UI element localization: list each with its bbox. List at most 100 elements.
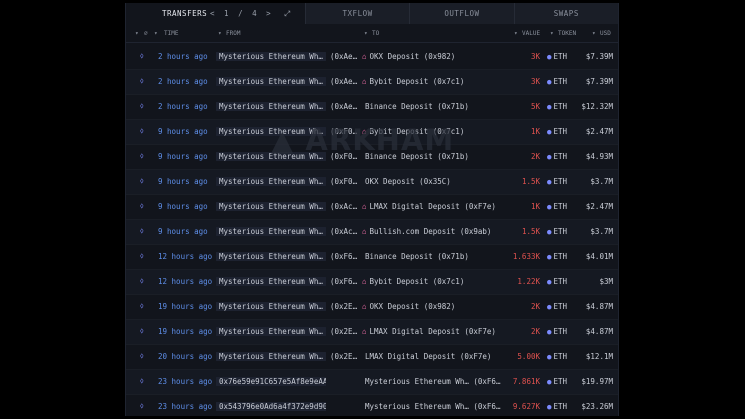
row-time-link[interactable]: 9 hours ago	[158, 202, 208, 211]
from-entity-label[interactable]: Mysterious Ethereum Wh…	[216, 327, 326, 336]
row-time-link[interactable]: 19 hours ago	[158, 327, 212, 336]
row-time-link[interactable]: 2 hours ago	[158, 52, 208, 61]
header-token-filter-icon[interactable]: ▾	[550, 30, 554, 37]
row-token[interactable]: ● ETH	[547, 52, 567, 61]
tab-transfers[interactable]: TRANSFERS < 1 / 4 > ⤢	[126, 3, 305, 24]
row-from-entity[interactable]: 0x543796e0Ad6a4f372e9d90760S…	[216, 402, 326, 411]
row-token[interactable]: ● ETH	[547, 352, 567, 361]
to-entity-label[interactable]: Mysterious Ethereum Wh… (0xF6…	[365, 377, 500, 386]
row-from-entity[interactable]: Mysterious Ethereum Wh…	[216, 102, 326, 111]
row-from-address[interactable]: (0xAe…	[330, 77, 357, 86]
row-from-address[interactable]: (0x2E…	[330, 302, 357, 311]
row-from-entity[interactable]: Mysterious Ethereum Wh…	[216, 277, 326, 286]
row-time-link[interactable]: 9 hours ago	[158, 177, 208, 186]
from-entity-label[interactable]: 0x543796e0Ad6a4f372e9d90760S…	[216, 402, 326, 411]
row-token[interactable]: ● ETH	[547, 227, 567, 236]
from-entity-label[interactable]: Mysterious Ethereum Wh…	[216, 102, 326, 111]
row-time-link[interactable]: 2 hours ago	[158, 77, 208, 86]
row-time-link[interactable]: 23 hours ago	[158, 377, 212, 386]
header-from-filter-icon[interactable]: ▾	[218, 30, 222, 37]
row-from-address[interactable]: (0x2E…	[330, 352, 357, 361]
to-entity-label[interactable]: Binance Deposit (0x71b)	[365, 252, 469, 261]
row-time-link[interactable]: 19 hours ago	[158, 302, 212, 311]
from-entity-label[interactable]: Mysterious Ethereum Wh…	[216, 302, 326, 311]
from-entity-label[interactable]: Mysterious Ethereum Wh…	[216, 202, 326, 211]
row-token[interactable]: ● ETH	[547, 402, 567, 411]
row-time-link[interactable]: 9 hours ago	[158, 127, 208, 136]
from-entity-label[interactable]: 0x76e59e91C657e5Af8e9eAAC6BEF…	[216, 377, 326, 386]
table-row[interactable]: ⬨ 19 hours ago Mysterious Ethereum Wh… (0x2…	[126, 320, 618, 345]
row-from-address[interactable]: (0xAc…	[330, 227, 357, 236]
row-to-entity[interactable]: Binance Deposit (0x71b)	[362, 252, 469, 261]
row-from-address[interactable]: (0xAe…	[330, 102, 357, 111]
link-icon[interactable]: ∅	[144, 30, 148, 37]
row-to-entity[interactable]: Binance Deposit (0x71b)	[362, 102, 469, 111]
from-entity-label[interactable]: Mysterious Ethereum Wh…	[216, 352, 326, 361]
row-to-entity[interactable]: ⌂ LMAX Digital Deposit (0xF7e)	[362, 327, 496, 336]
row-from-entity[interactable]: Mysterious Ethereum Wh…	[216, 352, 326, 361]
to-entity-label[interactable]: Bybit Deposit (0x7c1)	[370, 77, 465, 86]
table-row[interactable]: ⬨ 2 hours ago Mysterious Ethereum Wh… (0xAe…	[126, 95, 618, 120]
header-to-filter-icon[interactable]: ▾	[364, 30, 368, 37]
from-entity-label[interactable]: Mysterious Ethereum Wh…	[216, 177, 326, 186]
expand-icon[interactable]: ⤢	[284, 9, 291, 18]
row-to-entity[interactable]: LMAX Digital Deposit (0xF7e)	[362, 352, 491, 361]
row-to-entity[interactable]: Mysterious Ethereum Wh… (0xF6…	[362, 377, 500, 386]
row-to-entity[interactable]: ⌂ Bybit Deposit (0x7c1)	[362, 277, 464, 286]
row-to-entity[interactable]: ⌂ LMAX Digital Deposit (0xF7e)	[362, 202, 496, 211]
to-entity-label[interactable]: Binance Deposit (0x71b)	[365, 102, 469, 111]
row-from-address[interactable]: (0xAc…	[330, 202, 357, 211]
row-time-link[interactable]: 23 hours ago	[158, 402, 212, 411]
from-entity-label[interactable]: Mysterious Ethereum Wh…	[216, 227, 326, 236]
table-row[interactable]: ⬨ 19 hours ago Mysterious Ethereum Wh… (0x2…	[126, 295, 618, 320]
table-row[interactable]: ⬨ 20 hours ago Mysterious Ethereum Wh… (0x2…	[126, 345, 618, 370]
row-to-entity[interactable]: OKX Deposit (0x35C)	[362, 177, 451, 186]
filter-icon[interactable]: ▾	[135, 30, 139, 37]
row-from-entity[interactable]: Mysterious Ethereum Wh…	[216, 227, 326, 236]
row-to-entity[interactable]: ⌂ Bullish.com Deposit (0x9ab)	[362, 227, 491, 236]
row-from-address[interactable]: (0xF6…	[330, 252, 357, 261]
row-token[interactable]: ● ETH	[547, 102, 567, 111]
row-to-entity[interactable]: ⌂ Bybit Deposit (0x7c1)	[362, 77, 464, 86]
table-row[interactable]: ⬨ 2 hours ago Mysterious Ethereum Wh… (0xAe…	[126, 45, 618, 70]
row-from-address[interactable]: (0xF0…	[330, 177, 357, 186]
sort-icon[interactable]: ▾	[154, 30, 158, 37]
row-from-entity[interactable]: Mysterious Ethereum Wh…	[216, 327, 326, 336]
tab-outflow[interactable]: OUTFLOW	[409, 3, 514, 24]
from-entity-label[interactable]: Mysterious Ethereum Wh…	[216, 52, 326, 61]
table-row[interactable]: ⬨ 12 hours ago Mysterious Ethereum Wh… (0xF…	[126, 245, 618, 270]
row-token[interactable]: ● ETH	[547, 202, 567, 211]
row-from-entity[interactable]: Mysterious Ethereum Wh…	[216, 252, 326, 261]
row-to-entity[interactable]: Mysterious Ethereum Wh… (0xF6…	[362, 402, 500, 411]
table-row[interactable]: ⬨ 9 hours ago Mysterious Ethereum Wh… (0xF0…	[126, 170, 618, 195]
row-time-link[interactable]: 20 hours ago	[158, 352, 212, 361]
to-entity-label[interactable]: OKX Deposit (0x982)	[370, 302, 456, 311]
pager-prev-button[interactable]: <	[210, 9, 215, 18]
to-entity-label[interactable]: Bullish.com Deposit (0x9ab)	[370, 227, 492, 236]
to-entity-label[interactable]: OKX Deposit (0x35C)	[365, 177, 451, 186]
table-row[interactable]: ⬨ 9 hours ago Mysterious Ethereum Wh… (0xAc…	[126, 195, 618, 220]
row-from-address[interactable]: (0xF6…	[330, 277, 357, 286]
row-to-entity[interactable]: ⌂ OKX Deposit (0x982)	[362, 52, 455, 61]
table-row[interactable]: ⬨ 23 hours ago 0x543796e0Ad6a4f372e9d90760…	[126, 395, 618, 416]
row-token[interactable]: ● ETH	[547, 77, 567, 86]
to-entity-label[interactable]: Mysterious Ethereum Wh… (0xF6…	[365, 402, 500, 411]
from-entity-label[interactable]: Mysterious Ethereum Wh…	[216, 252, 326, 261]
row-token[interactable]: ● ETH	[547, 327, 567, 336]
to-entity-label[interactable]: LMAX Digital Deposit (0xF7e)	[370, 202, 496, 211]
row-from-address[interactable]: (0xAe…	[330, 52, 357, 61]
table-row[interactable]: ⬨ 9 hours ago Mysterious Ethereum Wh… (0xAc…	[126, 220, 618, 245]
row-from-address[interactable]: (0x2E…	[330, 327, 357, 336]
row-token[interactable]: ● ETH	[547, 152, 567, 161]
header-to[interactable]: TO	[372, 30, 379, 37]
from-entity-label[interactable]: Mysterious Ethereum Wh…	[216, 77, 326, 86]
row-from-entity[interactable]: Mysterious Ethereum Wh…	[216, 177, 326, 186]
to-entity-label[interactable]: LMAX Digital Deposit (0xF7e)	[365, 352, 491, 361]
row-from-entity[interactable]: 0x76e59e91C657e5Af8e9eAAC6BEF…	[216, 377, 326, 386]
row-token[interactable]: ● ETH	[547, 127, 567, 136]
row-time-link[interactable]: 9 hours ago	[158, 227, 208, 236]
row-time-link[interactable]: 2 hours ago	[158, 102, 208, 111]
row-from-entity[interactable]: Mysterious Ethereum Wh…	[216, 52, 326, 61]
header-value[interactable]: VALUE	[522, 30, 540, 37]
row-token[interactable]: ● ETH	[547, 377, 567, 386]
